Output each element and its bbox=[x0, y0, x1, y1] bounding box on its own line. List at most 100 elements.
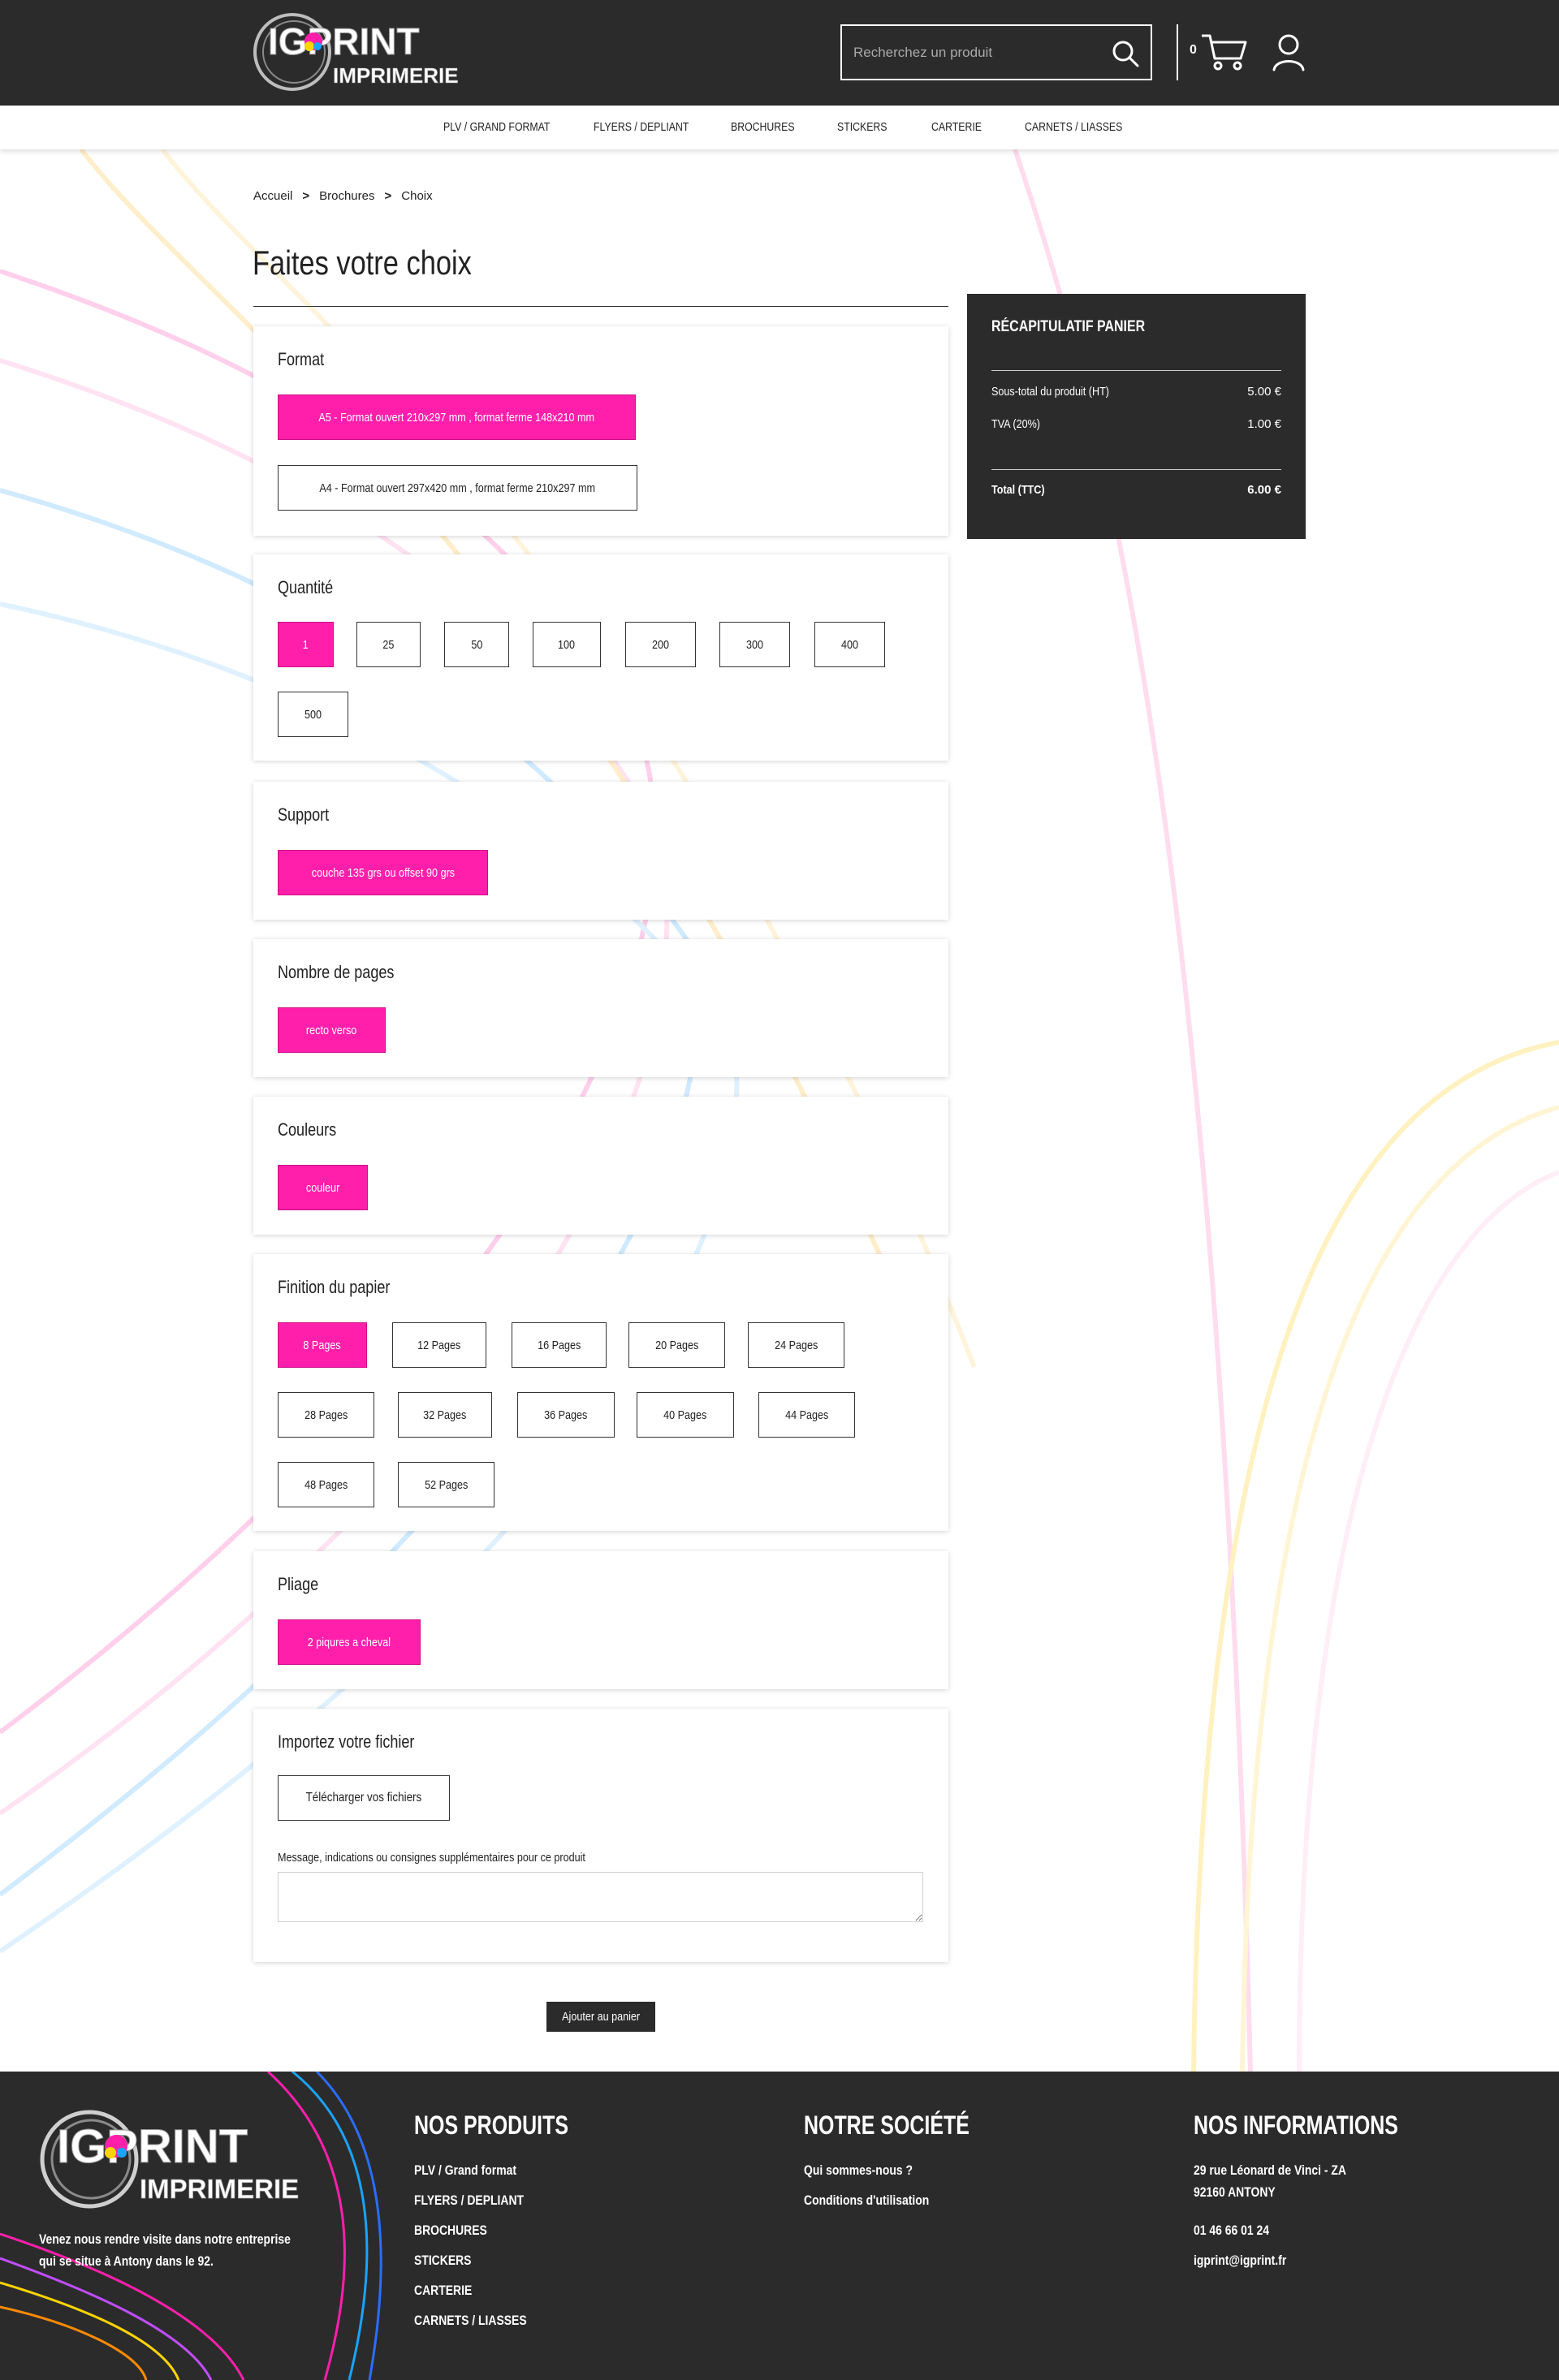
quantity-option-25[interactable]: 25 bbox=[356, 622, 421, 667]
option-label: 48 Pages bbox=[304, 1477, 348, 1492]
option-label: recto verso bbox=[306, 1023, 357, 1037]
phone-link[interactable]: 01 46 66 01 24 bbox=[1194, 2223, 1269, 2239]
footer-link-about[interactable]: Qui sommes-nous ? bbox=[804, 2162, 913, 2179]
footer-link-terms[interactable]: Conditions d'utilisation bbox=[804, 2192, 929, 2209]
option-label: 200 bbox=[651, 637, 670, 652]
email-link[interactable]: igprint@igprint.fr bbox=[1194, 2253, 1286, 2269]
folding-title: Pliage bbox=[278, 1574, 319, 1594]
option-label: couleur bbox=[305, 1180, 340, 1195]
breadcrumb-brochures[interactable]: Brochures bbox=[319, 189, 374, 203]
message-textarea[interactable] bbox=[278, 1872, 923, 1922]
summary-divider bbox=[991, 370, 1281, 371]
option-label: 300 bbox=[745, 637, 764, 652]
add-to-cart-button[interactable]: Ajouter au panier bbox=[546, 2002, 655, 2032]
format-card: Format A5 - Format ouvert 210x297 mm , f… bbox=[253, 326, 948, 536]
main-content: Accueil > Brochures > Choix Faites votre cho… bbox=[0, 0, 1559, 2072]
option-label: 28 Pages bbox=[304, 1408, 348, 1422]
quantity-option-100[interactable]: 100 bbox=[533, 622, 601, 667]
colors-card: Couleurs couleur bbox=[253, 1097, 948, 1235]
main-nav: PLV / GRAND FORMAT FLYERS / DEPLIANT BRO… bbox=[0, 106, 1559, 149]
footer-link-carterie[interactable]: CARTERIE bbox=[414, 2283, 472, 2299]
info-title: NOS INFORMATIONS bbox=[1194, 2111, 1398, 2140]
quantity-title: Quantité bbox=[278, 577, 334, 597]
option-label: A4 - Format ouvert 297x420 mm , format f… bbox=[319, 481, 596, 495]
folding-option-piqures[interactable]: 2 piqures a cheval bbox=[278, 1619, 421, 1665]
total-value: 6.00 € bbox=[1247, 483, 1281, 497]
pages-option-recto-verso[interactable]: recto verso bbox=[278, 1007, 386, 1053]
nav-item-carnets[interactable]: CARNETS / LIASSES bbox=[1025, 120, 1122, 134]
option-label: A5 - Format ouvert 210x297 mm , format f… bbox=[318, 410, 595, 425]
footer-logo-text-top: IGPRINT bbox=[57, 2120, 248, 2173]
finish-option-12[interactable]: 12 Pages bbox=[392, 1322, 486, 1368]
page-title: Faites votre choix bbox=[253, 244, 472, 282]
breadcrumb-accueil[interactable]: Accueil bbox=[253, 189, 292, 203]
pages-title: Nombre de pages bbox=[278, 962, 395, 982]
quantity-option-400[interactable]: 400 bbox=[814, 622, 885, 667]
pages-card: Nombre de pages recto verso bbox=[253, 939, 948, 1077]
upload-files-button[interactable]: Télécharger vos fichiers bbox=[278, 1775, 450, 1821]
footer-link-stickers[interactable]: STICKERS bbox=[414, 2253, 471, 2269]
nav-item-stickers[interactable]: STICKERS bbox=[837, 120, 887, 134]
finish-option-20[interactable]: 20 Pages bbox=[628, 1322, 725, 1368]
footer-link-carnets[interactable]: CARNETS / LIASSES bbox=[414, 2313, 527, 2329]
option-label: 16 Pages bbox=[537, 1338, 581, 1352]
nav-item-plv[interactable]: PLV / GRAND FORMAT bbox=[443, 120, 550, 134]
colors-option-couleur[interactable]: couleur bbox=[278, 1165, 368, 1210]
option-label: 32 Pages bbox=[423, 1408, 467, 1422]
address-line-1: 29 rue Léonard de Vinci - ZA bbox=[1194, 2162, 1346, 2178]
nav-item-brochures[interactable]: BROCHURES bbox=[731, 120, 795, 134]
support-option-couche[interactable]: couche 135 grs ou offset 90 grs bbox=[278, 850, 488, 895]
quantity-option-300[interactable]: 300 bbox=[719, 622, 790, 667]
option-label: couche 135 grs ou offset 90 grs bbox=[311, 865, 455, 880]
finish-option-36[interactable]: 36 Pages bbox=[517, 1392, 615, 1438]
option-label: 50 bbox=[470, 637, 483, 652]
nav-item-flyers[interactable]: FLYERS / DEPLIANT bbox=[594, 120, 689, 134]
finish-option-44[interactable]: 44 Pages bbox=[758, 1392, 855, 1438]
quantity-option-200[interactable]: 200 bbox=[625, 622, 696, 667]
finish-title: Finition du papier bbox=[278, 1277, 391, 1297]
subtotal-label: Sous-total du produit (HT) bbox=[991, 385, 1109, 399]
finish-option-48[interactable]: 48 Pages bbox=[278, 1462, 374, 1507]
breadcrumb: Accueil > Brochures > Choix bbox=[253, 189, 433, 203]
quantity-option-50[interactable]: 50 bbox=[444, 622, 509, 667]
finish-option-24[interactable]: 24 Pages bbox=[748, 1322, 844, 1368]
option-label: 24 Pages bbox=[774, 1338, 818, 1352]
file-upload-card: Importez votre fichier Télécharger vos f… bbox=[253, 1709, 948, 1962]
tva-value: 1.00 € bbox=[1247, 417, 1281, 431]
footer-link-flyers[interactable]: FLYERS / DEPLIANT bbox=[414, 2192, 524, 2209]
message-label: Message, indications ou consignes supplé… bbox=[278, 1851, 585, 1865]
quantity-card: Quantité 1 25 50 100 200 300 400 500 bbox=[253, 554, 948, 761]
finish-option-16[interactable]: 16 Pages bbox=[512, 1322, 607, 1368]
breadcrumb-separator: > bbox=[384, 189, 392, 203]
breadcrumb-separator: > bbox=[302, 189, 310, 203]
footer-link-plv[interactable]: PLV / Grand format bbox=[414, 2162, 516, 2179]
finish-option-32[interactable]: 32 Pages bbox=[398, 1392, 492, 1438]
option-label: 52 Pages bbox=[424, 1477, 469, 1492]
support-card: Support couche 135 grs ou offset 90 grs bbox=[253, 782, 948, 920]
footer-link-brochures[interactable]: BROCHURES bbox=[414, 2223, 487, 2239]
option-label: 20 Pages bbox=[654, 1338, 699, 1352]
add-to-cart-label: Ajouter au panier bbox=[562, 2010, 640, 2024]
file-upload-title: Importez votre fichier bbox=[278, 1731, 415, 1752]
quantity-option-500[interactable]: 500 bbox=[278, 692, 348, 737]
option-label: 400 bbox=[840, 637, 859, 652]
products-title: NOS PRODUITS bbox=[414, 2111, 568, 2140]
folding-card: Pliage 2 piqures a cheval bbox=[253, 1551, 948, 1689]
finish-option-52[interactable]: 52 Pages bbox=[398, 1462, 494, 1507]
option-label: 12 Pages bbox=[417, 1338, 461, 1352]
format-option-a5[interactable]: A5 - Format ouvert 210x297 mm , format f… bbox=[278, 395, 636, 440]
option-label: 100 bbox=[558, 637, 576, 652]
support-title: Support bbox=[278, 804, 330, 825]
finish-option-8[interactable]: 8 Pages bbox=[278, 1322, 367, 1368]
quantity-option-1[interactable]: 1 bbox=[278, 622, 334, 667]
finish-option-40[interactable]: 40 Pages bbox=[637, 1392, 734, 1438]
finish-card: Finition du papier 8 Pages 12 Pages 16 P… bbox=[253, 1254, 948, 1531]
footer: IGPRINT IMPRIMERIE Venez nous rendre vis… bbox=[0, 2072, 1559, 2380]
colors-title: Couleurs bbox=[278, 1119, 337, 1140]
nav-item-carterie[interactable]: CARTERIE bbox=[931, 120, 982, 134]
option-label: 36 Pages bbox=[544, 1408, 588, 1422]
footer-logo[interactable]: IGPRINT IMPRIMERIE bbox=[37, 2107, 354, 2211]
footer-blurb: Venez nous rendre visite dans notre entr… bbox=[39, 2231, 291, 2269]
format-option-a4[interactable]: A4 - Format ouvert 297x420 mm , format f… bbox=[278, 465, 637, 511]
finish-option-28[interactable]: 28 Pages bbox=[278, 1392, 374, 1438]
